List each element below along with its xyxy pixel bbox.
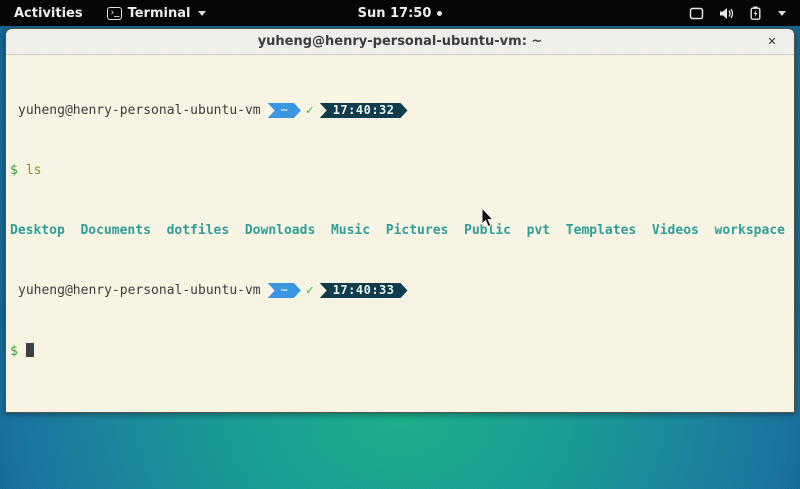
activities-button[interactable]: Activities — [0, 0, 97, 26]
terminal-screen[interactable]: yuheng@henry-personal-ubuntu-vm ~ ✓ 17:40:3… — [6, 55, 794, 413]
directory-entry: Public — [464, 223, 511, 238]
chevron-down-icon — [778, 11, 786, 16]
prompt-host: yuheng@henry-personal-ubuntu-vm — [18, 103, 261, 118]
terminal-cursor — [26, 343, 34, 357]
directory-entry: Videos — [652, 223, 699, 238]
current-input-line: $ — [10, 343, 790, 358]
directory-entry: Templates — [566, 223, 636, 238]
screen-icon — [689, 7, 704, 20]
prompt-time-segment: 17:40:33 — [320, 283, 408, 298]
gnome-top-bar: Activities Terminal Sun 17:50 — [0, 0, 800, 26]
terminal-window: yuheng@henry-personal-ubuntu-vm: ~ ✕ yuh… — [5, 28, 795, 413]
app-menu-terminal[interactable]: Terminal — [97, 0, 217, 26]
prompt-line-1: yuheng@henry-personal-ubuntu-vm ~ ✓ 17:40:3… — [10, 103, 790, 118]
chevron-down-icon — [198, 11, 206, 16]
ls-output-line: Desktop Documents dotfiles Downloads Mus… — [10, 223, 790, 238]
directory-entry: pvt — [527, 223, 550, 238]
prompt-symbol: $ — [10, 163, 18, 178]
directory-entry: Downloads — [245, 223, 315, 238]
directory-entry: Music — [331, 223, 370, 238]
close-icon[interactable]: ✕ — [764, 34, 780, 50]
status-check-icon: ✓ — [306, 103, 314, 118]
directory-entry: Desktop — [10, 223, 65, 238]
notification-dot-icon — [437, 11, 442, 16]
terminal-app-icon — [107, 7, 122, 20]
top-bar-left: Activities Terminal — [0, 0, 216, 26]
prompt-line-2: yuheng@henry-personal-ubuntu-vm ~ ✓ 17:40:3… — [10, 283, 790, 298]
directory-entry: Documents — [80, 223, 150, 238]
window-title: yuheng@henry-personal-ubuntu-vm: ~ — [258, 34, 543, 49]
status-check-icon: ✓ — [306, 283, 314, 298]
directory-entry: Pictures — [386, 223, 449, 238]
prompt-host: yuheng@henry-personal-ubuntu-vm — [18, 283, 261, 298]
prompt-path-segment: ~ — [268, 283, 301, 298]
directory-entry: dotfiles — [167, 223, 230, 238]
battery-charging-icon — [750, 6, 761, 20]
window-titlebar[interactable]: yuheng@henry-personal-ubuntu-vm: ~ ✕ — [6, 29, 794, 55]
directory-entry: workspace — [715, 223, 785, 238]
system-status-menu[interactable] — [689, 0, 800, 26]
prompt-symbol: $ — [10, 344, 18, 359]
prompt-path-segment: ~ — [268, 103, 301, 118]
app-menu-label: Terminal — [128, 6, 191, 21]
command-line: $ ls — [10, 163, 790, 178]
volume-icon — [719, 7, 735, 20]
clock-label[interactable]: Sun 17:50 — [358, 6, 432, 21]
prompt-time-segment: 17:40:32 — [320, 103, 408, 118]
typed-command: ls — [26, 163, 42, 178]
